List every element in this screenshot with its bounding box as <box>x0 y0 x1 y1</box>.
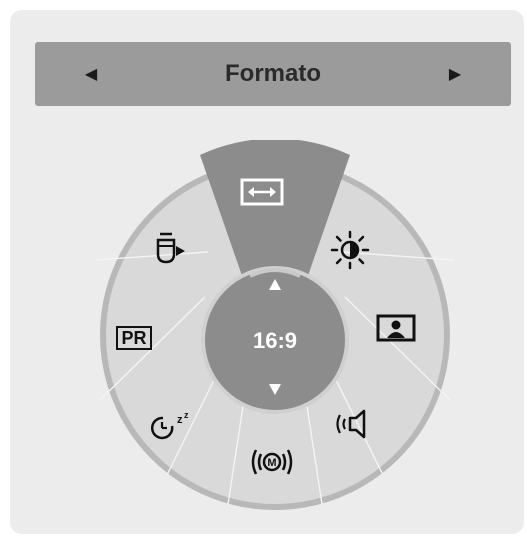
program-list-icon: PR <box>116 326 152 350</box>
speaker-icon <box>336 409 366 439</box>
mts-audio-icon: M <box>251 449 293 475</box>
svg-text:M: M <box>267 457 276 469</box>
segment-aspect-ratio[interactable] <box>240 178 284 218</box>
segment-program-list[interactable]: PR <box>112 318 156 358</box>
segment-sound-mode[interactable] <box>332 408 376 448</box>
aspect-ratio-icon <box>240 178 284 206</box>
person-portrait-icon <box>376 314 416 342</box>
segment-mts[interactable]: M <box>248 444 293 484</box>
brightness-contrast-icon <box>330 230 370 270</box>
segment-sleep-timer[interactable]: z z <box>150 408 194 448</box>
svg-text:z: z <box>184 410 189 420</box>
segment-picture-size[interactable] <box>376 314 420 354</box>
right-triangle-icon: ▶ <box>448 66 462 83</box>
input-source-icon <box>156 232 185 264</box>
quick-menu-dial: 16:9 M z z PR <box>90 140 460 510</box>
next-button[interactable]: ▶ <box>435 42 475 106</box>
selected-value: 16:9 <box>252 328 298 353</box>
segment-input-source[interactable] <box>152 230 196 270</box>
svg-text:z: z <box>177 414 183 426</box>
sleep-timer-icon: z z <box>150 410 189 440</box>
header-bar: ◀ Formato ▶ <box>35 42 511 106</box>
segment-picture-mode[interactable] <box>330 230 374 270</box>
